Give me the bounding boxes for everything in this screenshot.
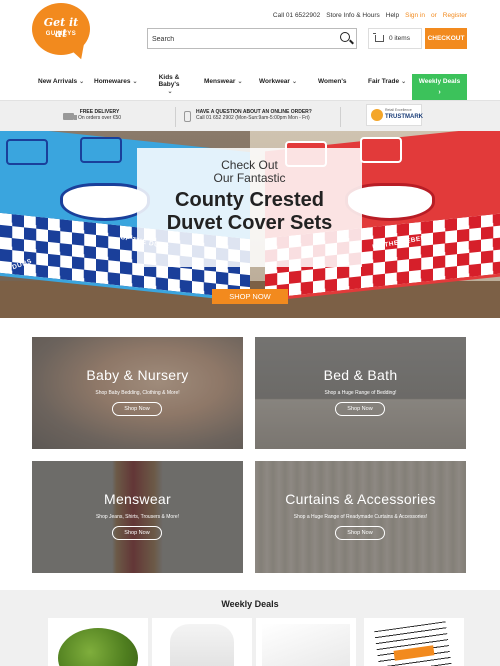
nav-label: New Arrivals <box>38 78 78 85</box>
chevron-down-icon: ⌄ <box>167 89 173 95</box>
hero-heading: County Crested Duvet Cover Sets <box>137 189 362 235</box>
hero-line2: Our Fantastic <box>213 171 286 185</box>
tile-shop-now-button[interactable]: Shop Now <box>335 402 385 416</box>
cart-icon <box>373 33 384 42</box>
nav-item-homewares[interactable]: Homewares ⌄ <box>94 78 138 85</box>
free-delivery-info: FREE DELIVERY On orders over €50 <box>78 109 121 121</box>
deal-image-topiary <box>58 628 138 666</box>
phone-link[interactable]: Call 01 6522902 <box>273 12 320 19</box>
tile-subtitle: Shop Jeans, Shirts, Trousers & More! <box>95 514 180 520</box>
hero-text-box: Check Out Our Fantastic County Crested D… <box>137 148 362 267</box>
delivery-sub: On orders over €50 <box>78 115 122 121</box>
deal-image-tea-towels <box>374 621 454 666</box>
deal-card[interactable] <box>152 618 252 666</box>
truck-icon <box>63 113 77 120</box>
tile-bed-bath[interactable]: Bed & Bath Shop a Huge Range of Bedding!… <box>255 337 466 449</box>
hero-pillow <box>360 137 402 163</box>
logo[interactable]: Get it at GUINEYS <box>32 3 91 62</box>
divider <box>340 107 341 127</box>
deal-card[interactable] <box>256 618 356 666</box>
divider <box>175 107 176 127</box>
hero-title2: Duvet Cover Sets <box>166 212 333 234</box>
search-input[interactable] <box>152 32 332 46</box>
cart-count: 0 items <box>389 35 410 42</box>
register-link[interactable]: Register <box>443 12 467 19</box>
chevron-right-icon: › <box>438 89 441 96</box>
search-handle <box>349 39 354 45</box>
question-sub: Call 01 652 2902 (Mon-Sun:9am-5:00pm Mon… <box>196 115 310 121</box>
tile-shop-now-button[interactable]: Shop Now <box>112 526 162 540</box>
deal-card[interactable] <box>364 618 464 666</box>
tile-title: Bed & Bath <box>323 367 398 383</box>
weekly-deals-button[interactable]: Weekly Deals › <box>412 74 467 102</box>
nav-label: Women's <box>318 78 347 85</box>
weekly-deals-title: Weekly Deals <box>221 599 279 609</box>
info-bar: FREE DELIVERY On orders over €50 HAVE A … <box>0 100 500 131</box>
sign-in-link[interactable]: Sign in <box>405 12 425 19</box>
tile-subtitle: Shop Baby Bedding, Clothing & More! <box>95 390 180 396</box>
nav-item-kids-baby[interactable]: Kids & Baby's ⌄ <box>148 74 190 95</box>
top-links: Call 01 6522902 Store Info & Hours Help … <box>273 12 467 19</box>
deal-card[interactable] <box>48 618 148 666</box>
trustmark-small: Retail Excellence <box>385 108 412 112</box>
phone-icon <box>184 111 191 122</box>
hero-pillow <box>80 137 122 163</box>
chevron-down-icon: ⌄ <box>79 79 85 85</box>
tile-title: Menswear <box>104 491 171 507</box>
nav-item-menswear[interactable]: Menswear ⌄ <box>204 78 242 85</box>
weekly-deals-label: Weekly Deals <box>418 78 461 85</box>
nav-label: Menswear <box>204 78 236 85</box>
nav-item-workwear[interactable]: Workwear ⌄ <box>259 78 297 85</box>
tile-title: Baby & Nursery <box>86 367 189 383</box>
help-link[interactable]: Help <box>386 12 399 19</box>
nav-item-fair-trade[interactable]: Fair Trade ⌄ <box>368 78 406 85</box>
chevron-down-icon: ⌄ <box>401 79 407 85</box>
hero-subheading: Check Out Our Fantastic <box>137 159 362 185</box>
nav-label: Fair Trade <box>368 78 400 85</box>
hero-shop-now-button[interactable]: SHOP NOW <box>212 289 288 304</box>
tile-subtitle: Shop a Huge Range of Bedding! <box>324 390 397 396</box>
tile-title: Curtains & Accessories <box>285 491 436 507</box>
chevron-down-icon: ⌄ <box>291 79 297 85</box>
trustmark-big: TRUSTMARK <box>385 114 423 120</box>
deal-image-pillow <box>170 624 234 666</box>
search-icon[interactable] <box>338 31 354 47</box>
nav-label: Workwear <box>259 78 290 85</box>
site-header: Get it at GUINEYS Call 01 6522902 Store … <box>0 0 500 102</box>
logo-line2: GUINEYS <box>45 31 77 37</box>
hero-line1: Check Out <box>221 158 278 172</box>
nav-item-womens[interactable]: Women's <box>318 78 347 85</box>
nav-label: Kids & Baby's <box>158 74 180 88</box>
tile-menswear[interactable]: Menswear Shop Jeans, Shirts, Trousers & … <box>32 461 243 573</box>
trustmark-icon <box>371 109 383 121</box>
nav-label: Homewares <box>94 78 131 85</box>
tile-shop-now-button[interactable]: Shop Now <box>335 526 385 540</box>
tile-subtitle: Shop a Huge Range of Readymade Curtains … <box>293 514 428 520</box>
or-text: or <box>431 12 437 19</box>
hero-title1: County Crested <box>175 189 324 211</box>
checkout-button[interactable]: CHECKOUT <box>425 28 467 49</box>
trustmark-badge[interactable]: Retail Excellence TRUSTMARK <box>366 104 423 126</box>
search-box <box>147 28 357 49</box>
tile-baby-nursery[interactable]: Baby & Nursery Shop Baby Bedding, Clothi… <box>32 337 243 449</box>
tile-shop-now-button[interactable]: Shop Now <box>112 402 162 416</box>
hero-banner-right2: CORCAIGH <box>370 211 410 218</box>
question-info: HAVE A QUESTION ABOUT AN ONLINE ORDER? C… <box>196 109 312 121</box>
chevron-down-icon: ⌄ <box>132 79 138 85</box>
weekly-deals-section: Weekly Deals <box>0 590 500 666</box>
nav-item-new-arrivals[interactable]: New Arrivals ⌄ <box>38 78 84 85</box>
hero-pillow <box>6 139 48 165</box>
tile-curtains-accessories[interactable]: Curtains & Accessories Shop a Huge Range… <box>255 461 466 573</box>
chevron-down-icon: ⌄ <box>237 79 243 85</box>
cart-button[interactable]: 0 items <box>368 28 422 49</box>
store-info-link[interactable]: Store Info & Hours <box>326 12 379 19</box>
deal-image-duvet <box>262 624 350 666</box>
